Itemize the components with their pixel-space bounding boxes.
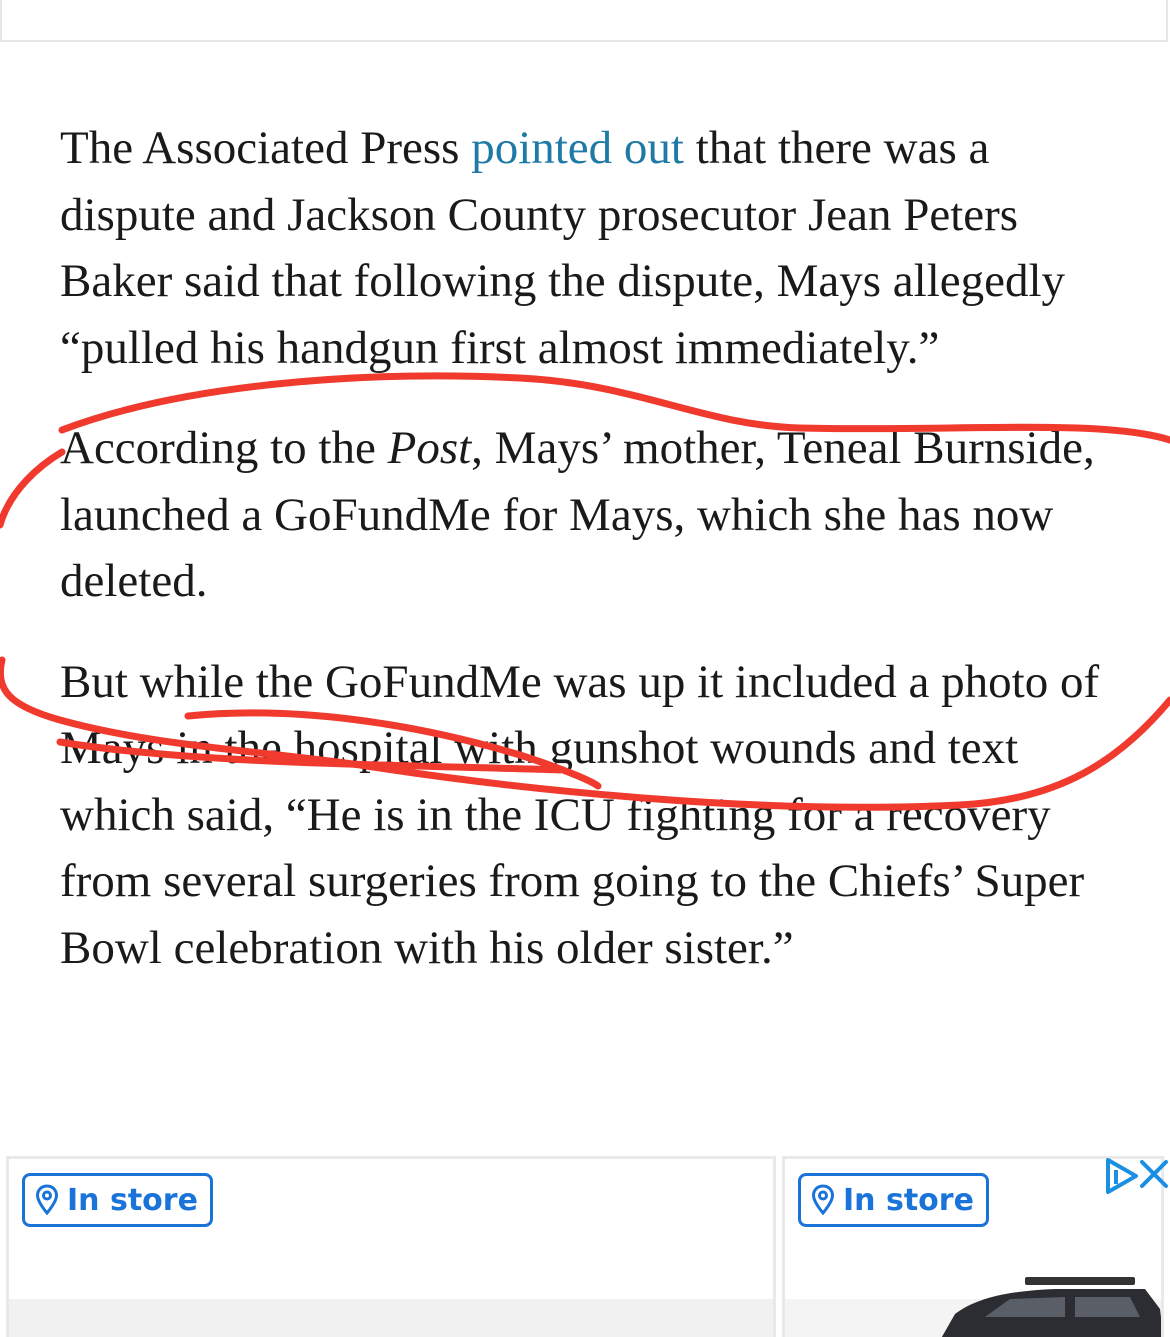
paragraph-3: But while the GoFundMe was up it include… <box>60 655 1100 974</box>
paragraph-2: According to the Post, Mays’ mother, Ten… <box>60 415 1130 615</box>
ad-strip: In store In store <box>6 1156 1170 1337</box>
article-body: The Associated Press pointed out that th… <box>60 115 1130 1015</box>
location-pin-icon <box>35 1184 59 1216</box>
in-store-label: In store <box>843 1182 974 1218</box>
location-pin-icon <box>811 1184 835 1216</box>
ad-card-left[interactable]: In store <box>6 1156 776 1337</box>
post-publication-name: Post <box>387 422 472 474</box>
car-image <box>941 1277 1161 1337</box>
close-icon[interactable] <box>1136 1156 1170 1192</box>
top-card <box>0 0 1168 42</box>
in-store-badge[interactable]: In store <box>22 1173 213 1227</box>
paragraph-1-text-a: The Associated Press <box>60 122 472 174</box>
in-store-label: In store <box>67 1182 198 1218</box>
ad-image-area <box>9 1299 773 1337</box>
in-store-badge[interactable]: In store <box>798 1173 989 1227</box>
paragraph-2-text-a: According to the <box>60 422 388 474</box>
paragraph-1: The Associated Press pointed out that th… <box>60 115 1130 381</box>
pointed-out-link[interactable]: pointed out <box>471 122 684 174</box>
